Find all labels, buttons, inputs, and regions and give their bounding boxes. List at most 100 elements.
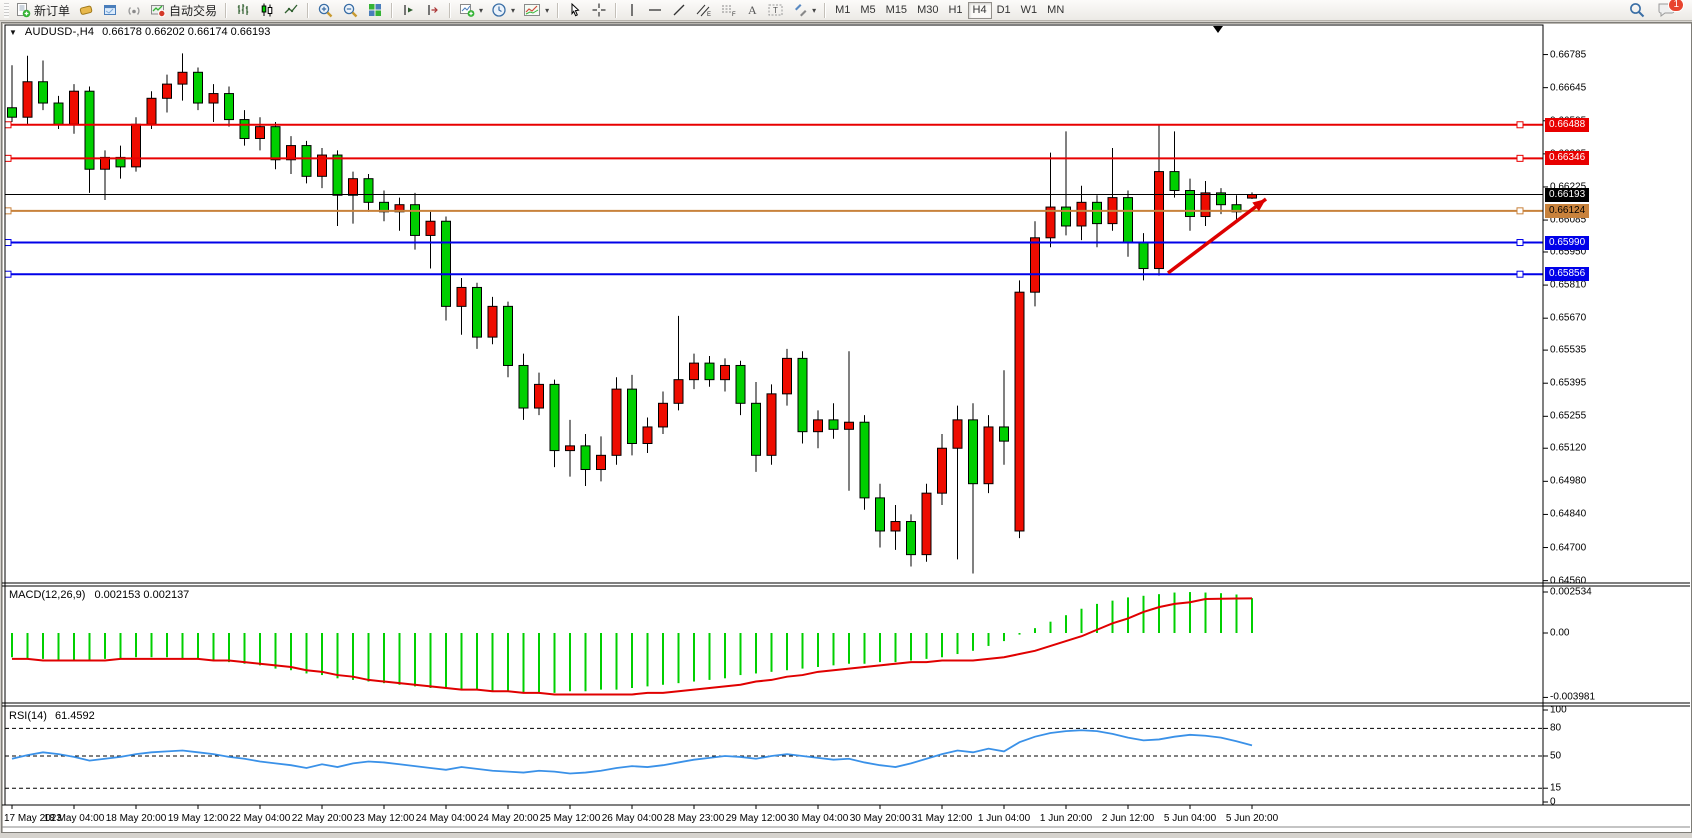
zoom-out-button[interactable] — [338, 1, 363, 20]
line-anchor-handle[interactable] — [1517, 271, 1523, 277]
candle-down — [271, 127, 280, 160]
signals-button[interactable] — [122, 1, 146, 20]
candle-up — [23, 82, 32, 117]
market-watch-button[interactable] — [74, 1, 98, 20]
terminal-window-button[interactable] — [98, 1, 122, 20]
timeframe-d1-button[interactable]: D1 — [992, 2, 1016, 19]
line-anchor-handle[interactable] — [1517, 208, 1523, 214]
rsi-line — [12, 730, 1252, 773]
candle-down — [736, 365, 745, 403]
rsi-indicator-label: RSI(14) 61.4592 — [9, 710, 95, 722]
search-button[interactable] — [1624, 1, 1650, 20]
candle-up — [349, 179, 358, 196]
line-anchor-handle[interactable] — [5, 271, 11, 277]
svg-text:A: A — [748, 3, 757, 17]
candle-down — [1124, 198, 1133, 243]
toolbar-separator — [391, 3, 393, 18]
trendline-icon — [671, 2, 687, 18]
zoom-out-icon — [342, 2, 359, 19]
chart-shift-marker[interactable] — [1213, 26, 1223, 33]
time-label: 18 May 04:00 — [44, 813, 105, 824]
price-tick-label: 0.65810 — [1550, 280, 1586, 291]
zoom-in-button[interactable] — [313, 1, 338, 20]
scroll-group — [397, 0, 445, 21]
crosshair-button[interactable] — [587, 1, 611, 20]
toolbar-separator — [615, 3, 617, 18]
candle-up — [488, 306, 497, 337]
line-anchor-handle[interactable] — [5, 155, 11, 161]
price-tick-label: 0.64980 — [1550, 476, 1586, 487]
price-tick-label: 0.64560 — [1550, 575, 1586, 586]
add-indicator-button[interactable]: ▾ — [455, 1, 487, 20]
timeframe-m5-button[interactable]: M5 — [855, 2, 880, 19]
line-anchor-handle[interactable] — [1517, 122, 1523, 128]
one-click-trading-toggle[interactable]: ▼ — [9, 28, 17, 37]
new-order-button[interactable]: 新订单 — [11, 1, 74, 20]
text-button[interactable]: A — [741, 1, 763, 20]
vertical-line-icon — [625, 2, 639, 18]
level-price-badge: 0.66124 — [1545, 204, 1589, 218]
candle-up — [984, 427, 993, 484]
toolbar-drag-handle[interactable] — [4, 3, 9, 18]
fibonacci-icon: F — [720, 2, 737, 18]
time-label: 23 May 12:00 — [354, 813, 415, 824]
candle-up — [674, 380, 683, 404]
candle-down — [969, 420, 978, 484]
text-label-button[interactable]: T — [763, 1, 788, 20]
autotrade-button[interactable]: 自动交易 — [146, 1, 221, 20]
timeframe-h1-button[interactable]: H1 — [943, 2, 967, 19]
level-price-badge: 0.66488 — [1545, 118, 1589, 132]
level-price-badge: 0.66346 — [1545, 151, 1589, 165]
candle-down — [504, 306, 513, 365]
candle-up — [845, 422, 854, 429]
equidistant-channel-button[interactable]: E — [691, 1, 716, 20]
trendline-button[interactable] — [667, 1, 691, 20]
toolbar-separator — [449, 3, 451, 18]
line-anchor-handle[interactable] — [5, 240, 11, 246]
period-button[interactable]: ▾ — [487, 1, 519, 20]
macd-tick-label: 0.002534 — [1550, 586, 1592, 597]
cursor-button[interactable] — [563, 1, 587, 20]
line-anchor-handle[interactable] — [1517, 155, 1523, 161]
timeframe-mn-button[interactable]: MN — [1042, 2, 1069, 19]
dropdown-caret: ▾ — [545, 6, 549, 15]
time-label: 18 May 20:00 — [106, 813, 167, 824]
main-plot-border — [5, 25, 1543, 583]
horizontal-line-button[interactable] — [643, 1, 667, 20]
rsi-tick-label: 0 — [1550, 797, 1556, 808]
price-tick-label: 0.64840 — [1550, 509, 1586, 520]
line-anchor-handle[interactable] — [1517, 240, 1523, 246]
time-label: 25 May 12:00 — [540, 813, 601, 824]
line-anchor-handle[interactable] — [5, 122, 11, 128]
text-a-icon: A — [745, 2, 759, 18]
timeframe-m30-button[interactable]: M30 — [912, 2, 943, 19]
timeframe-m1-button[interactable]: M1 — [830, 2, 855, 19]
notification-count-badge: 1 — [1668, 0, 1684, 12]
tile-windows-button[interactable] — [363, 1, 387, 20]
candlestick-chart-button[interactable] — [255, 1, 279, 20]
candle-up — [1077, 202, 1086, 226]
template-button[interactable]: ▾ — [519, 1, 553, 20]
zoom-in-icon — [317, 2, 334, 19]
bar-chart-button[interactable] — [231, 1, 255, 20]
chart-plot[interactable] — [0, 0, 1692, 838]
line-anchor-handle[interactable] — [5, 208, 11, 214]
candle-up — [1248, 195, 1257, 199]
timeframe-h4-button[interactable]: H4 — [968, 2, 992, 19]
line-chart-button[interactable] — [279, 1, 303, 20]
chart-shift-button[interactable] — [421, 1, 445, 20]
svg-text:T: T — [773, 6, 778, 15]
line-chart-icon — [283, 2, 299, 18]
toolbar-separator — [824, 3, 826, 18]
fibonacci-button[interactable]: F — [716, 1, 741, 20]
timeframe-m15-button[interactable]: M15 — [881, 2, 912, 19]
notifications-button[interactable]: 1 — [1658, 1, 1680, 19]
candle-up — [1031, 238, 1040, 292]
vertical-line-button[interactable] — [621, 1, 643, 20]
timeframe-w1-button[interactable]: W1 — [1016, 2, 1043, 19]
auto-scroll-button[interactable] — [397, 1, 421, 20]
rsi-tick-label: 15 — [1550, 783, 1561, 794]
arrows-button[interactable]: ▾ — [788, 1, 820, 20]
terminal-window-icon — [102, 2, 118, 18]
candle-down — [364, 179, 373, 203]
